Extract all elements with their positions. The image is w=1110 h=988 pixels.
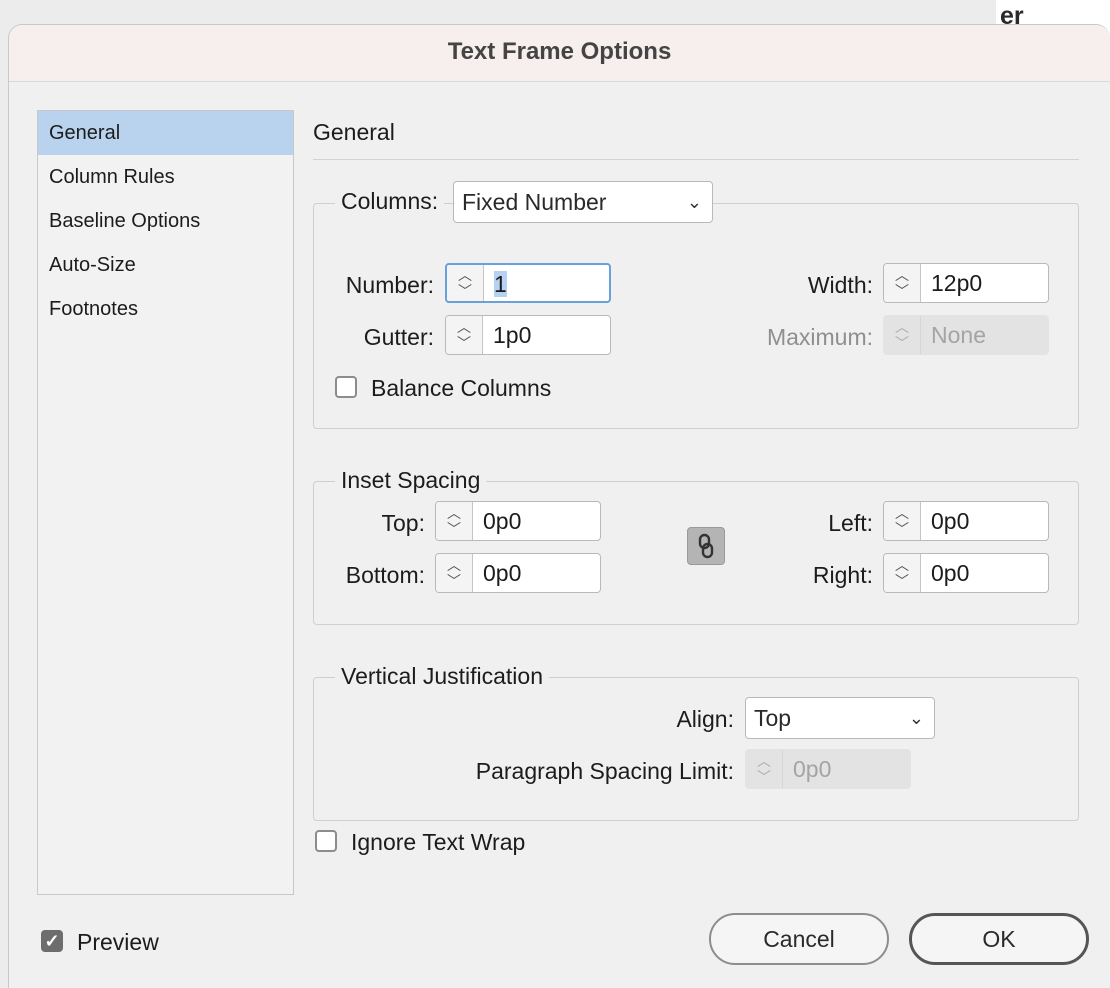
stepper-arrows-icon: ︿ ﹀ — [884, 316, 921, 354]
gutter-label: Gutter: — [363, 324, 434, 350]
ignore-text-wrap-checkbox[interactable] — [315, 830, 337, 852]
align-value: Top — [754, 705, 792, 731]
sidebar-item-column-rules[interactable]: Column Rules — [38, 155, 293, 199]
inset-top-field[interactable]: 0p0 — [473, 502, 600, 540]
inset-top-stepper[interactable]: ︿ ﹀ 0p0 — [435, 501, 601, 541]
inset-left-label: Left: — [828, 510, 873, 536]
inset-right-field[interactable]: 0p0 — [921, 554, 1048, 592]
inset-right-label: Right: — [812, 562, 873, 588]
text-frame-options-dialog: Text Frame Options General Column Rules … — [8, 24, 1110, 988]
paragraph-spacing-limit-field: 0p0 — [793, 756, 832, 782]
paragraph-spacing-limit-label: Paragraph Spacing Limit: — [475, 758, 734, 784]
preview-label: Preview — [77, 929, 159, 955]
vertical-justification-legend: Vertical Justification — [335, 663, 549, 690]
width-field[interactable]: 12p0 — [921, 264, 1048, 302]
columns-mode-select[interactable]: Fixed Number ⌄ — [453, 181, 713, 223]
inset-spacing-legend: Inset Spacing — [335, 467, 487, 494]
maximum-stepper: ︿ ﹀ None — [883, 315, 1049, 355]
inset-left-field[interactable]: 0p0 — [921, 502, 1048, 540]
ok-button[interactable]: OK — [909, 913, 1089, 965]
vertical-justification-group — [313, 677, 1079, 821]
sidebar: General Column Rules Baseline Options Au… — [37, 110, 294, 895]
panel-divider — [313, 159, 1079, 160]
width-stepper[interactable]: ︿ ﹀ 12p0 — [883, 263, 1049, 303]
number-field[interactable]: 1 — [494, 271, 507, 297]
width-label: Width: — [807, 272, 873, 298]
stepper-arrows-icon[interactable]: ︿ ﹀ — [436, 554, 473, 592]
inset-bottom-field[interactable]: 0p0 — [473, 554, 600, 592]
inset-bottom-label: Bottom: — [345, 562, 425, 588]
inset-top-label: Top: — [381, 510, 425, 536]
number-label: Number: — [345, 272, 434, 298]
chevron-down-icon: ⌄ — [908, 708, 924, 728]
align-select[interactable]: Top ⌄ — [745, 697, 935, 739]
paragraph-spacing-limit-stepper: ︿ ﹀ 0p0 — [745, 749, 911, 789]
stepper-arrows-icon: ︿ ﹀ — [746, 750, 783, 788]
stepper-arrows-icon[interactable]: ︿ ﹀ — [884, 502, 921, 540]
inset-right-stepper[interactable]: ︿ ﹀ 0p0 — [883, 553, 1049, 593]
chevron-down-icon: ⌄ — [686, 192, 702, 212]
inset-left-stepper[interactable]: ︿ ﹀ 0p0 — [883, 501, 1049, 541]
columns-mode-value: Fixed Number — [462, 189, 607, 215]
gutter-stepper[interactable]: ︿ ﹀ 1p0 — [445, 315, 611, 355]
panel-title: General — [313, 119, 395, 145]
stepper-arrows-icon[interactable]: ︿ ﹀ — [446, 316, 483, 354]
preview-checkbox[interactable]: ✓ — [41, 930, 63, 952]
stepper-arrows-icon[interactable]: ︿ ﹀ — [447, 265, 484, 301]
inset-bottom-stepper[interactable]: ︿ ﹀ 0p0 — [435, 553, 601, 593]
sidebar-item-auto-size[interactable]: Auto-Size — [38, 243, 293, 287]
ignore-text-wrap-label: Ignore Text Wrap — [351, 829, 526, 855]
maximum-label: Maximum: — [766, 324, 873, 350]
sidebar-item-footnotes[interactable]: Footnotes — [38, 287, 293, 331]
sidebar-item-general[interactable]: General — [38, 111, 293, 155]
cancel-button[interactable]: Cancel — [709, 913, 889, 965]
columns-label: Columns: — [335, 188, 445, 215]
sidebar-item-baseline-options[interactable]: Baseline Options — [38, 199, 293, 243]
dialog-title: Text Frame Options — [9, 25, 1110, 82]
checkmark-icon: ✓ — [44, 931, 60, 951]
stepper-arrows-icon[interactable]: ︿ ﹀ — [436, 502, 473, 540]
balance-columns-checkbox[interactable] — [335, 376, 357, 398]
number-stepper[interactable]: ︿ ﹀ 1 — [445, 263, 611, 303]
maximum-field: None — [931, 322, 986, 348]
stepper-arrows-icon[interactable]: ︿ ﹀ — [884, 554, 921, 592]
gutter-field[interactable]: 1p0 — [483, 316, 610, 354]
balance-columns-label: Balance Columns — [371, 375, 552, 401]
stepper-arrows-icon[interactable]: ︿ ﹀ — [884, 264, 921, 302]
align-label: Align: — [676, 706, 734, 732]
